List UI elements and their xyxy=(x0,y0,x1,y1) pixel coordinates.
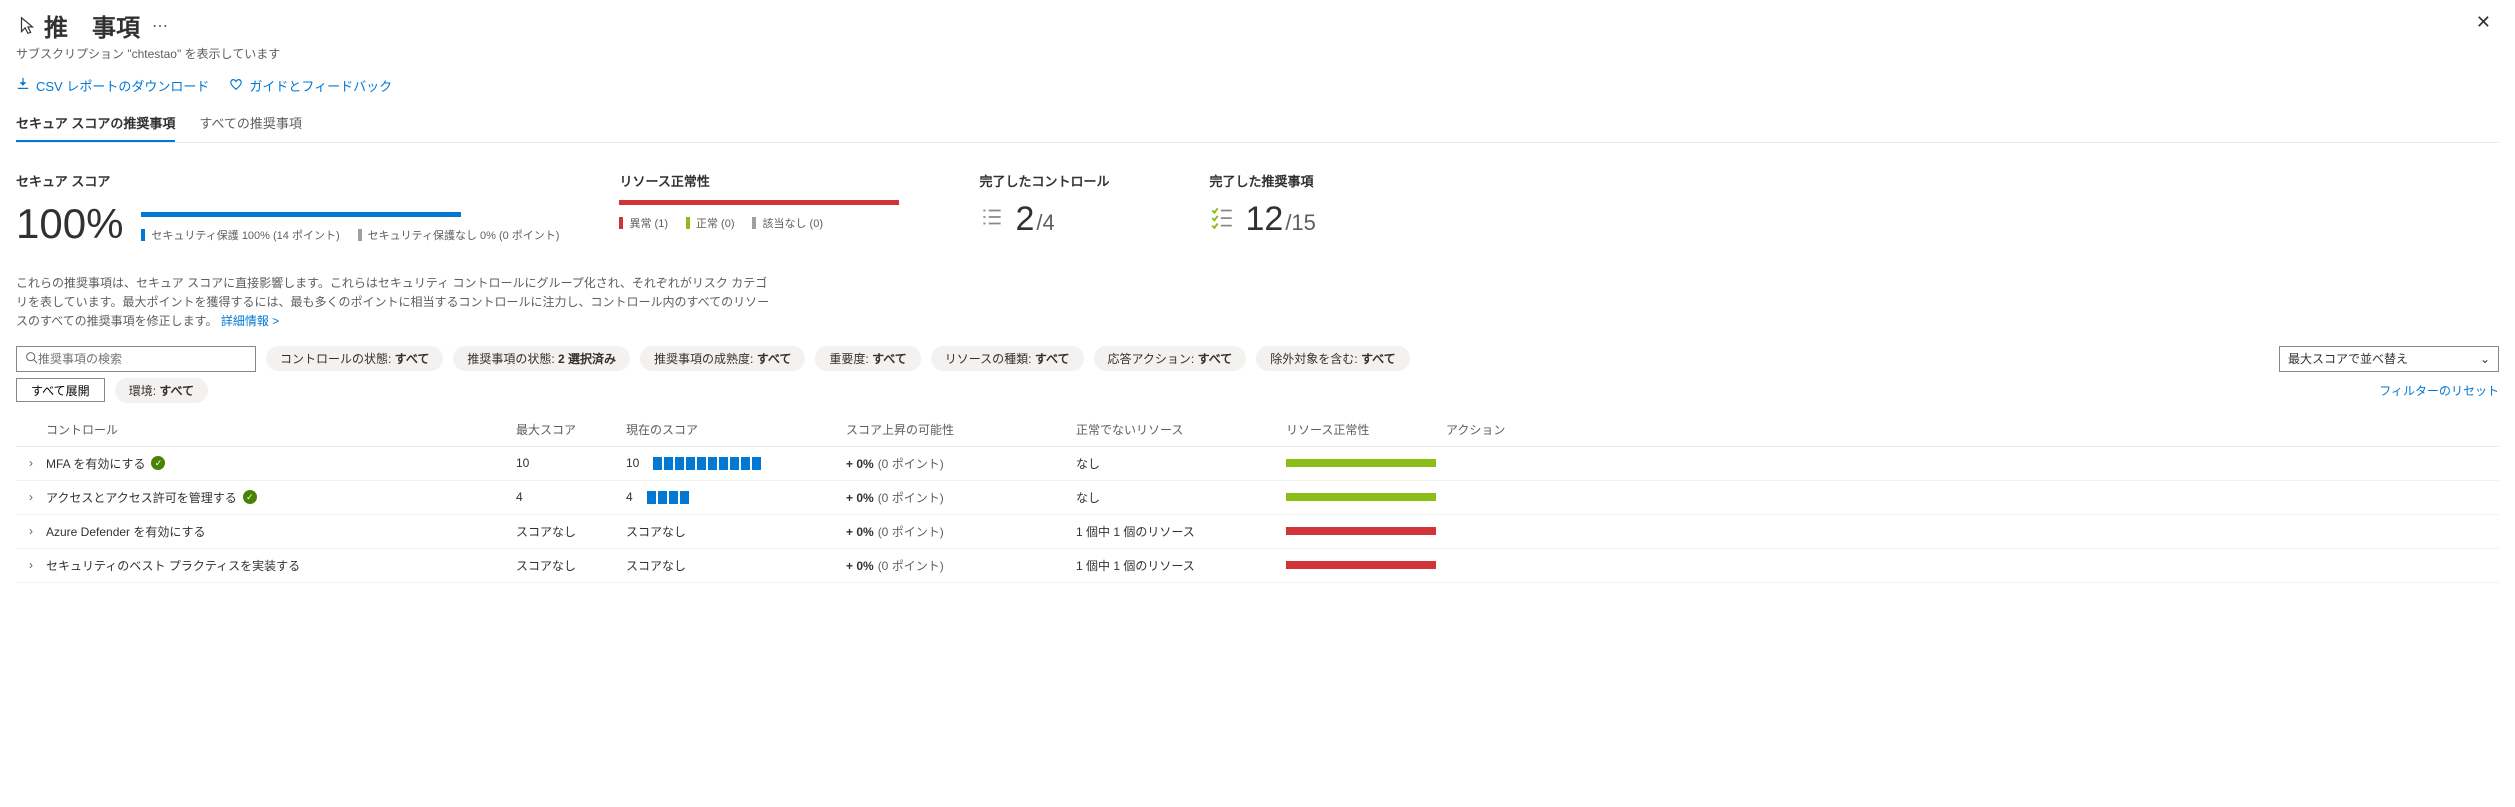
description-text: これらの推奨事項は、セキュア スコアに直接影響します。これらはセキュリティ コン… xyxy=(16,274,776,332)
unhealthy-resources: 1 個中 1 個のリソース xyxy=(1076,557,1286,574)
filter-control-status[interactable]: コントロールの状態: すべて xyxy=(266,346,443,371)
check-badge-icon: ✓ xyxy=(151,456,165,470)
col-max-score[interactable]: 最大スコア xyxy=(516,421,626,438)
expand-chevron-icon[interactable]: › xyxy=(16,558,46,572)
filter-rec-status[interactable]: 推奨事項の状態: 2 選択済み xyxy=(453,346,630,371)
controls-completed-num: 2 xyxy=(1015,200,1034,239)
control-name: アクセスとアクセス許可を管理する✓ xyxy=(46,489,516,506)
recs-completed-label: 完了した推奨事項 xyxy=(1209,171,1379,190)
controls-completed-den: /4 xyxy=(1036,210,1054,236)
filter-maturity[interactable]: 推奨事項の成熟度: すべて xyxy=(640,346,805,371)
search-input-wrapper[interactable] xyxy=(16,346,256,372)
max-score: 4 xyxy=(516,490,626,504)
cursor-icon xyxy=(16,15,38,37)
control-name: MFA を有効にする✓ xyxy=(46,455,516,472)
score-potential: + 0%(0 ポイント) xyxy=(846,455,1076,472)
resource-health-bar xyxy=(1286,561,1446,569)
tab-all-recommendations[interactable]: すべての推奨事項 xyxy=(199,105,302,142)
legend-abnormal: 異常 (1) xyxy=(619,215,668,231)
feedback-button[interactable]: ガイドとフィードバック xyxy=(229,76,392,95)
checklist-icon xyxy=(1209,204,1235,230)
max-score: 10 xyxy=(516,456,626,470)
filter-exempt[interactable]: 除外対象を含む: すべて xyxy=(1256,346,1409,371)
resource-health-bar xyxy=(1286,527,1446,535)
more-menu[interactable]: ⋯ xyxy=(152,16,168,36)
page-title: 推 事項 xyxy=(44,8,140,43)
col-unhealthy[interactable]: 正常でないリソース xyxy=(1076,421,1286,438)
resource-health-bar xyxy=(1286,493,1446,501)
secure-score-value: 100% xyxy=(16,200,123,248)
legend-unprotected: セキュリティ保護なし 0% (0 ポイント) xyxy=(358,227,560,243)
legend-na: 該当なし (0) xyxy=(752,215,823,231)
heart-icon xyxy=(229,77,243,94)
resource-health-bar xyxy=(619,200,899,205)
learn-more-link[interactable]: 詳細情報 > xyxy=(221,314,279,328)
col-health[interactable]: リソース正常性 xyxy=(1286,421,1446,438)
col-control[interactable]: コントロール xyxy=(46,421,516,438)
unhealthy-resources: なし xyxy=(1076,489,1286,506)
search-icon xyxy=(25,351,38,367)
table-row[interactable]: ›アクセスとアクセス許可を管理する✓44+ 0%(0 ポイント)なし xyxy=(16,481,2499,515)
unhealthy-resources: なし xyxy=(1076,455,1286,472)
search-input[interactable] xyxy=(38,352,247,366)
control-name: Azure Defender を有効にする xyxy=(46,523,516,540)
table-row[interactable]: ›セキュリティのベスト プラクティスを実装するスコアなしスコアなし+ 0%(0 … xyxy=(16,549,2499,583)
table-row[interactable]: ›Azure Defender を有効にするスコアなしスコアなし+ 0%(0 ポ… xyxy=(16,515,2499,549)
expand-chevron-icon[interactable]: › xyxy=(16,524,46,538)
control-name: セキュリティのベスト プラクティスを実装する xyxy=(46,557,516,574)
col-current-score[interactable]: 現在のスコア xyxy=(626,421,846,438)
feedback-label: ガイドとフィードバック xyxy=(249,76,392,95)
score-potential: + 0%(0 ポイント) xyxy=(846,489,1076,506)
resource-health-bar xyxy=(1286,459,1446,467)
sort-label: 最大スコアで並べ替え xyxy=(2288,350,2408,367)
secure-score-bar xyxy=(141,212,461,217)
current-score: 4 xyxy=(626,490,846,504)
score-segments xyxy=(647,491,689,504)
current-score: スコアなし xyxy=(626,523,846,540)
legend-normal: 正常 (0) xyxy=(686,215,735,231)
tab-secure-score[interactable]: セキュア スコアの推奨事項 xyxy=(16,105,175,142)
download-csv-label: CSV レポートのダウンロード xyxy=(36,76,209,95)
score-segments xyxy=(653,457,761,470)
score-potential: + 0%(0 ポイント) xyxy=(846,557,1076,574)
recs-completed-num: 12 xyxy=(1245,200,1283,239)
score-potential: + 0%(0 ポイント) xyxy=(846,523,1076,540)
legend-protected: セキュリティ保護 100% (14 ポイント) xyxy=(141,227,339,243)
page-subtitle: サブスクリプション "chtestao" を表示しています xyxy=(16,45,280,62)
close-icon[interactable]: ✕ xyxy=(2468,8,2499,37)
max-score: スコアなし xyxy=(516,557,626,574)
unhealthy-resources: 1 個中 1 個のリソース xyxy=(1076,523,1286,540)
check-badge-icon: ✓ xyxy=(243,490,257,504)
controls-completed-label: 完了したコントロール xyxy=(979,171,1149,190)
col-actions[interactable]: アクション xyxy=(1446,421,2499,438)
max-score: スコアなし xyxy=(516,523,626,540)
reset-filters-link[interactable]: フィルターのリセット xyxy=(2379,382,2499,399)
resource-health-label: リソース正常性 xyxy=(619,171,919,190)
filter-severity[interactable]: 重要度: すべて xyxy=(815,346,920,371)
expand-chevron-icon[interactable]: › xyxy=(16,490,46,504)
download-csv-button[interactable]: CSV レポートのダウンロード xyxy=(16,76,209,95)
current-score: スコアなし xyxy=(626,557,846,574)
filter-response-action[interactable]: 応答アクション: すべて xyxy=(1094,346,1247,371)
chevron-down-icon: ⌄ xyxy=(2480,352,2490,366)
expand-all-button[interactable]: すべて展開 xyxy=(16,378,105,402)
table-row[interactable]: ›MFA を有効にする✓1010+ 0%(0 ポイント)なし xyxy=(16,447,2499,481)
col-potential[interactable]: スコア上昇の可能性 xyxy=(846,421,1076,438)
filter-resource-type[interactable]: リソースの種類: すべて xyxy=(931,346,1084,371)
expand-chevron-icon[interactable]: › xyxy=(16,456,46,470)
sort-dropdown[interactable]: 最大スコアで並べ替え ⌄ xyxy=(2279,346,2499,372)
current-score: 10 xyxy=(626,456,846,470)
list-icon xyxy=(979,204,1005,230)
recs-completed-den: /15 xyxy=(1285,210,1316,236)
secure-score-label: セキュア スコア xyxy=(16,171,559,190)
download-icon xyxy=(16,77,30,94)
filter-environment[interactable]: 環境: すべて xyxy=(115,378,208,403)
